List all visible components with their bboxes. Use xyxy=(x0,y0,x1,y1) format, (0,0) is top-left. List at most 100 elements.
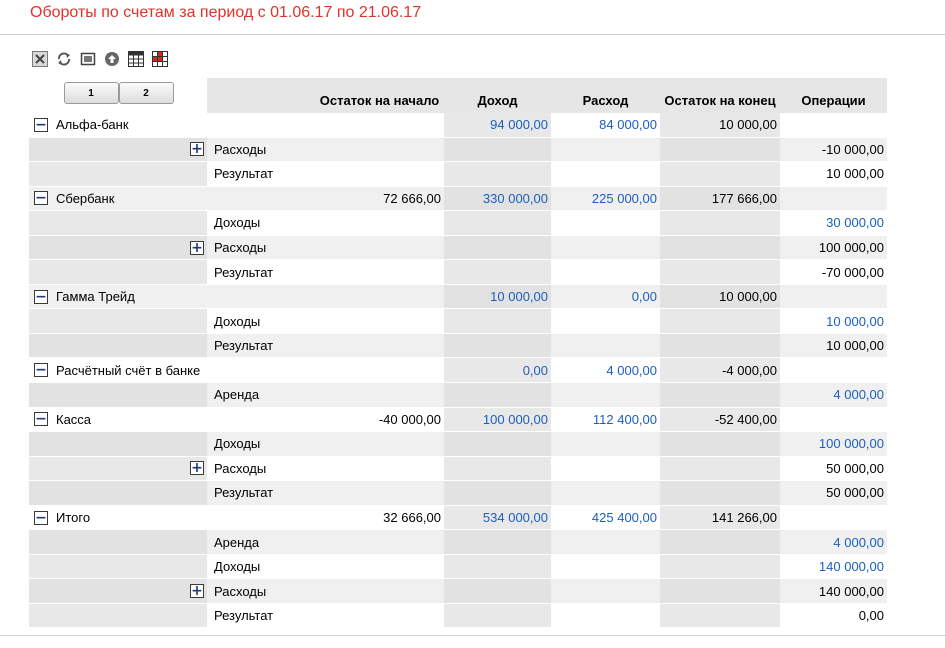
row-sublabel-cell xyxy=(207,284,315,309)
operations-cell[interactable]: 4 000,00 xyxy=(780,383,887,407)
row-label-cell: − Расчётный счёт в банке xyxy=(29,358,207,383)
table-row: Аренда 4 000,00 xyxy=(29,383,887,408)
expense-cell xyxy=(551,579,660,603)
income-cell[interactable]: 100 000,00 xyxy=(444,407,551,432)
income-cell xyxy=(444,162,551,186)
opening-balance-cell xyxy=(315,162,444,186)
group-label[interactable]: Касса xyxy=(56,412,91,427)
fit-icon[interactable] xyxy=(80,51,96,67)
row-label-cell xyxy=(29,162,207,186)
upload-icon[interactable] xyxy=(104,51,120,67)
group-row: − Итого 32 666,00 534 000,00 425 400,00 141 2… xyxy=(29,505,887,531)
closing-balance-cell xyxy=(660,579,780,603)
bottom-divider xyxy=(0,635,945,636)
row-sublabel-cell xyxy=(207,358,315,383)
sub-label: Доходы xyxy=(214,215,261,231)
income-cell[interactable]: 0,00 xyxy=(444,358,551,383)
income-cell[interactable]: 94 000,00 xyxy=(444,113,551,137)
group-label[interactable]: Сбербанк xyxy=(56,191,114,206)
income-cell[interactable]: 10 000,00 xyxy=(444,284,551,309)
expense-cell xyxy=(551,432,660,456)
expand-toggle-icon[interactable]: + xyxy=(190,142,204,157)
level-buttons: 1 2 xyxy=(29,78,207,113)
operations-cell xyxy=(780,113,887,137)
operations-cell[interactable]: 10 000,00 xyxy=(780,309,887,333)
collapse-toggle-icon[interactable]: − xyxy=(34,412,48,427)
table-row: Доходы 30 000,00 xyxy=(29,211,887,236)
operations-cell: 10 000,00 xyxy=(780,333,887,358)
level-1-button[interactable]: 1 xyxy=(63,82,119,104)
table-row: Результат 10 000,00 xyxy=(29,333,887,359)
table-row: + Расходы -10 000,00 xyxy=(29,137,887,163)
row-label-cell xyxy=(29,383,207,407)
operations-cell[interactable]: 4 000,00 xyxy=(780,530,887,554)
sub-label: Результат xyxy=(214,485,274,501)
table-row: Результат 0,00 xyxy=(29,603,887,629)
expand-toggle-icon[interactable]: + xyxy=(190,240,204,255)
close-icon[interactable] xyxy=(32,51,48,67)
row-label-cell: + xyxy=(29,456,207,481)
income-cell xyxy=(444,333,551,358)
row-sublabel-cell: Результат xyxy=(207,481,315,505)
table-icon[interactable] xyxy=(128,51,144,67)
group-label[interactable]: Расчётный счёт в банке xyxy=(56,363,200,378)
income-cell[interactable]: 534 000,00 xyxy=(444,505,551,530)
row-sublabel-cell: Расходы xyxy=(207,235,315,260)
closing-balance-cell: -52 400,00 xyxy=(660,407,780,432)
income-cell xyxy=(444,603,551,628)
expand-toggle-icon[interactable]: + xyxy=(190,584,204,599)
group-label[interactable]: Альфа-банк xyxy=(56,117,129,132)
expense-cell[interactable]: 112 400,00 xyxy=(551,407,660,432)
expense-cell[interactable]: 4 000,00 xyxy=(551,358,660,383)
income-cell[interactable]: 330 000,00 xyxy=(444,186,551,211)
header-opening-balance[interactable]: Остаток на начало xyxy=(315,78,444,113)
expense-cell[interactable]: 225 000,00 xyxy=(551,186,660,211)
group-row: − Расчётный счёт в банке 0,00 4 000,00 -4 00… xyxy=(29,358,887,384)
collapse-toggle-icon[interactable]: − xyxy=(34,117,48,132)
group-label[interactable]: Итого xyxy=(56,510,90,525)
expense-cell[interactable]: 425 400,00 xyxy=(551,505,660,530)
header-expense[interactable]: Расход xyxy=(551,78,660,113)
closing-balance-cell xyxy=(660,137,780,162)
expense-cell[interactable]: 0,00 xyxy=(551,284,660,309)
row-sublabel-cell: Доходы xyxy=(207,309,315,333)
table-row: Результат 50 000,00 xyxy=(29,481,887,506)
collapse-toggle-icon[interactable]: − xyxy=(34,510,48,525)
row-sublabel-cell: Результат xyxy=(207,333,315,358)
operations-cell[interactable]: 140 000,00 xyxy=(780,554,887,579)
collapse-toggle-icon[interactable]: − xyxy=(34,289,48,304)
level-2-button[interactable]: 2 xyxy=(118,82,174,104)
expense-cell xyxy=(551,530,660,554)
group-label[interactable]: Гамма Трейд xyxy=(56,289,135,304)
row-label-cell xyxy=(29,432,207,456)
header-blank xyxy=(207,78,315,113)
operations-cell[interactable]: 30 000,00 xyxy=(780,211,887,235)
collapse-toggle-icon[interactable]: − xyxy=(34,363,48,378)
table-red-icon[interactable] xyxy=(152,51,168,67)
opening-balance-cell xyxy=(315,211,444,235)
report-table: 1 2 Остаток на начало Доход Расход Остат… xyxy=(29,78,887,629)
expense-cell[interactable]: 84 000,00 xyxy=(551,113,660,137)
row-label-cell: + xyxy=(29,579,207,603)
table-row: Результат -70 000,00 xyxy=(29,260,887,285)
operations-cell[interactable]: 100 000,00 xyxy=(780,432,887,456)
expense-cell xyxy=(551,603,660,628)
row-sublabel-cell: Результат xyxy=(207,260,315,284)
row-sublabel-cell xyxy=(207,113,315,137)
operations-cell: 0,00 xyxy=(780,603,887,628)
table-row: Аренда 4 000,00 xyxy=(29,530,887,555)
header-income[interactable]: Доход xyxy=(444,78,551,113)
row-sublabel-cell xyxy=(207,186,315,211)
operations-cell: 140 000,00 xyxy=(780,579,887,603)
expense-cell xyxy=(551,383,660,407)
collapse-toggle-icon[interactable]: − xyxy=(34,191,48,206)
header-operations[interactable]: Операции xyxy=(780,78,887,113)
row-label-cell: + xyxy=(29,235,207,260)
header-closing-balance[interactable]: Остаток на конец xyxy=(660,78,780,113)
expand-toggle-icon[interactable]: + xyxy=(190,461,204,476)
table-row: + Расходы 140 000,00 xyxy=(29,579,887,604)
income-cell xyxy=(444,554,551,579)
closing-balance-cell xyxy=(660,260,780,284)
refresh-icon[interactable] xyxy=(56,51,72,67)
sub-label: Доходы xyxy=(214,313,261,329)
